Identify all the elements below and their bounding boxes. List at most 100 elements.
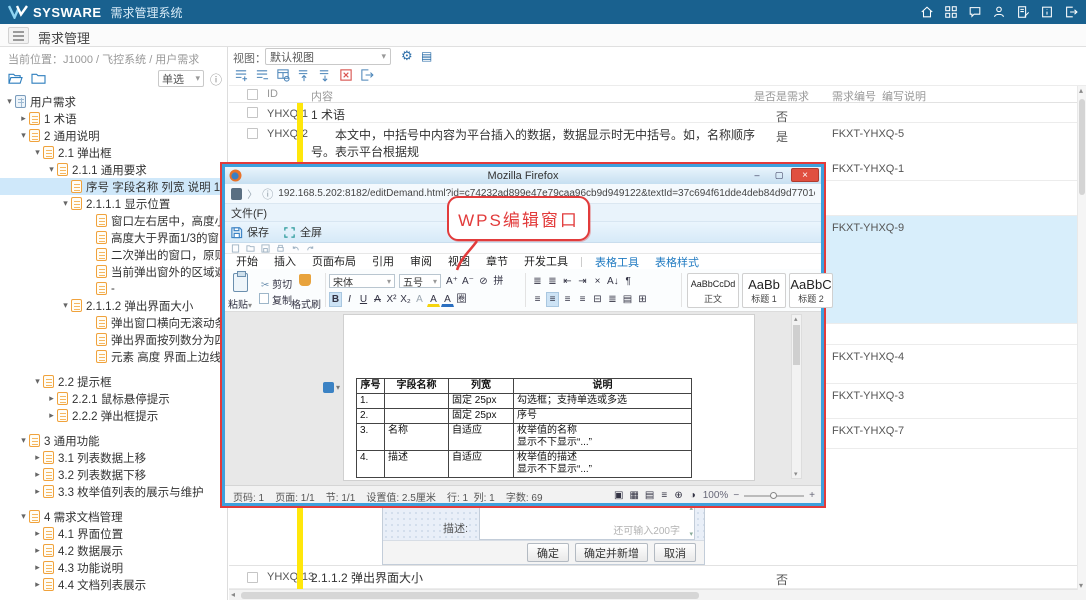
view-mode-icon[interactable]: ▣ — [613, 488, 624, 503]
view-mode-icon[interactable]: ▦ — [628, 488, 639, 503]
file-menu[interactable]: 文件(F) — [231, 205, 267, 221]
delete-icon[interactable] — [339, 68, 353, 82]
ribbon-button[interactable]: ¶ — [622, 274, 635, 289]
tree-expand-arrow-icon[interactable] — [32, 528, 43, 539]
zoom-level[interactable]: 100% — [703, 490, 729, 501]
chat-icon[interactable] — [968, 5, 982, 19]
move-up-icon[interactable] — [297, 68, 311, 82]
select-all-checkbox[interactable] — [247, 89, 258, 100]
document-edit-icon[interactable] — [1016, 5, 1030, 19]
table-row[interactable]: YHXQ-13 2.1.1.2 弹出界面大小 否 — [229, 565, 1077, 589]
ribbon-button[interactable]: ≡ — [576, 292, 589, 307]
tree-item[interactable]: 二次弹出的窗口，原则相同，同时，... — [0, 246, 227, 263]
textarea-scroll-down-icon[interactable]: ▾ — [689, 530, 693, 538]
ribbon-button[interactable]: ⊘ — [477, 274, 490, 289]
tree-item[interactable]: 2.1 弹出框 — [0, 144, 227, 161]
zoom-slider[interactable] — [744, 495, 804, 497]
expand-folder-icon[interactable] — [8, 72, 23, 85]
undo-icon[interactable] — [291, 244, 300, 253]
tree-item[interactable]: 1 术语 — [0, 110, 227, 127]
home-icon[interactable] — [920, 5, 934, 19]
ribbon-tab[interactable]: 审阅 — [403, 255, 439, 269]
doc-list-icon[interactable]: ▤ — [421, 49, 432, 63]
format-painter-button[interactable]: 格式刷 — [291, 296, 321, 311]
ribbon-button[interactable]: A — [441, 292, 454, 307]
logout-icon[interactable] — [1064, 5, 1078, 19]
tree-item[interactable]: 用户需求 — [0, 93, 227, 110]
tree-expand-arrow-icon[interactable] — [4, 96, 15, 107]
maximize-button[interactable]: ▢ — [769, 168, 789, 182]
tree-item[interactable]: 元素 高度 界面上边线 1 标题栏 28 内.. — [0, 348, 227, 365]
vertical-scrollbar[interactable]: ▴ ▾ — [1077, 86, 1086, 590]
horizontal-scroll-thumb[interactable] — [241, 592, 699, 599]
scroll-up-icon[interactable]: ▴ — [794, 315, 798, 323]
row-checkbox[interactable] — [247, 107, 258, 118]
tree-expand-arrow-icon[interactable] — [32, 376, 43, 387]
column-header-isreq[interactable]: 是否是需求 — [754, 88, 809, 104]
firefox-title-bar[interactable]: Mozilla Firefox – ▢ × — [225, 167, 821, 184]
ribbon-button[interactable]: B — [329, 292, 342, 307]
paste-icon[interactable] — [233, 273, 248, 292]
tree-expand-arrow-icon[interactable] — [32, 486, 43, 497]
ribbon-button[interactable]: I — [343, 292, 356, 307]
save-icon[interactable] — [230, 226, 243, 239]
tree-item[interactable]: 4.3 功能说明 — [0, 559, 227, 576]
tree-expand-arrow-icon[interactable] — [60, 198, 71, 209]
ribbon-tab[interactable]: 页面布局 — [305, 255, 363, 269]
expand-all-icon[interactable] — [234, 68, 248, 82]
site-identity-icon[interactable] — [231, 188, 242, 200]
zoom-in-icon[interactable]: + — [809, 490, 815, 501]
ribbon-button[interactable]: 拼 — [492, 274, 505, 289]
view-mode-icon[interactable]: ◑ — [688, 488, 698, 503]
scroll-up-icon[interactable]: ▴ — [1079, 86, 1083, 95]
minimize-button[interactable]: – — [747, 168, 767, 182]
ribbon-context-tab[interactable]: 表格样式 — [648, 254, 706, 270]
tree-expand-arrow-icon[interactable] — [18, 511, 29, 522]
tree-expand-arrow-icon[interactable] — [32, 469, 43, 480]
tree-expand-arrow-icon[interactable] — [32, 452, 43, 463]
save-icon[interactable] — [261, 244, 270, 253]
document-scrollbar[interactable]: ▴ ▾ — [791, 314, 802, 479]
copy-button[interactable]: 复制 — [261, 292, 292, 307]
tree-expand-arrow-icon[interactable] — [32, 545, 43, 556]
tree-item[interactable]: 弹出界面按列数分为四列显示和双列... — [0, 331, 227, 348]
document-page[interactable]: 序号 字段名称 列宽 说明 1. 固定 25px 勾选框；支持单选或多选 — [343, 314, 755, 481]
ribbon-tab[interactable]: 插入 — [267, 255, 303, 269]
view-mode-icon[interactable]: ⊕ — [673, 488, 683, 503]
grid-settings-icon[interactable] — [276, 68, 290, 82]
tree-expand-arrow-icon[interactable] — [32, 579, 43, 590]
ribbon-button[interactable]: A — [427, 292, 440, 307]
ribbon-tab[interactable]: 章节 — [479, 255, 515, 269]
print-icon[interactable] — [276, 244, 285, 253]
tree-expand-arrow-icon[interactable] — [46, 410, 57, 421]
redo-icon[interactable] — [306, 244, 315, 253]
ribbon-button[interactable]: ≣ — [546, 274, 559, 289]
view-mode-icon[interactable]: ▤ — [644, 488, 655, 503]
zoom-out-icon[interactable]: − — [733, 490, 739, 501]
tree-expand-arrow-icon[interactable] — [18, 435, 29, 446]
row-checkbox[interactable] — [247, 572, 258, 583]
ribbon-tab[interactable]: 引用 — [365, 255, 401, 269]
tree-item[interactable]: 2.1.1.1 显示位置 — [0, 195, 227, 212]
ribbon-button[interactable]: ⊞ — [636, 292, 649, 307]
font-name-dropdown[interactable]: 宋体▾ — [329, 274, 395, 288]
ribbon-button[interactable]: U — [357, 292, 370, 307]
ribbon-tab[interactable]: 开始 — [229, 255, 265, 269]
ribbon-button[interactable]: ⇥ — [576, 274, 589, 289]
ribbon-button[interactable]: X² — [385, 292, 398, 307]
tree-expand-arrow-icon[interactable] — [46, 164, 57, 175]
ribbon-button[interactable]: 圈 — [455, 292, 468, 307]
tree-item[interactable]: 序号 字段名称 列宽 说明 1. 固定25px 勾. — [0, 178, 227, 195]
row-checkbox[interactable] — [247, 128, 258, 139]
style-preset[interactable]: AaBbC 标题 2 — [789, 273, 833, 308]
collapse-folder-icon[interactable] — [31, 72, 46, 85]
scroll-down-icon[interactable]: ▾ — [1079, 581, 1083, 590]
tree-item[interactable]: 4.2 数据展示 — [0, 542, 227, 559]
font-size-dropdown[interactable]: 五号▾ — [399, 274, 441, 288]
tree-item[interactable]: 3 通用功能 — [0, 432, 227, 449]
tree-item[interactable]: 3.1 列表数据上移 — [0, 449, 227, 466]
open-folder-icon[interactable] — [246, 244, 255, 253]
dialog-button[interactable]: 确定并新增 — [575, 543, 648, 562]
tree-item[interactable]: 2.1.1.2 弹出界面大小 — [0, 297, 227, 314]
tree-expand-arrow-icon[interactable] — [32, 562, 43, 573]
